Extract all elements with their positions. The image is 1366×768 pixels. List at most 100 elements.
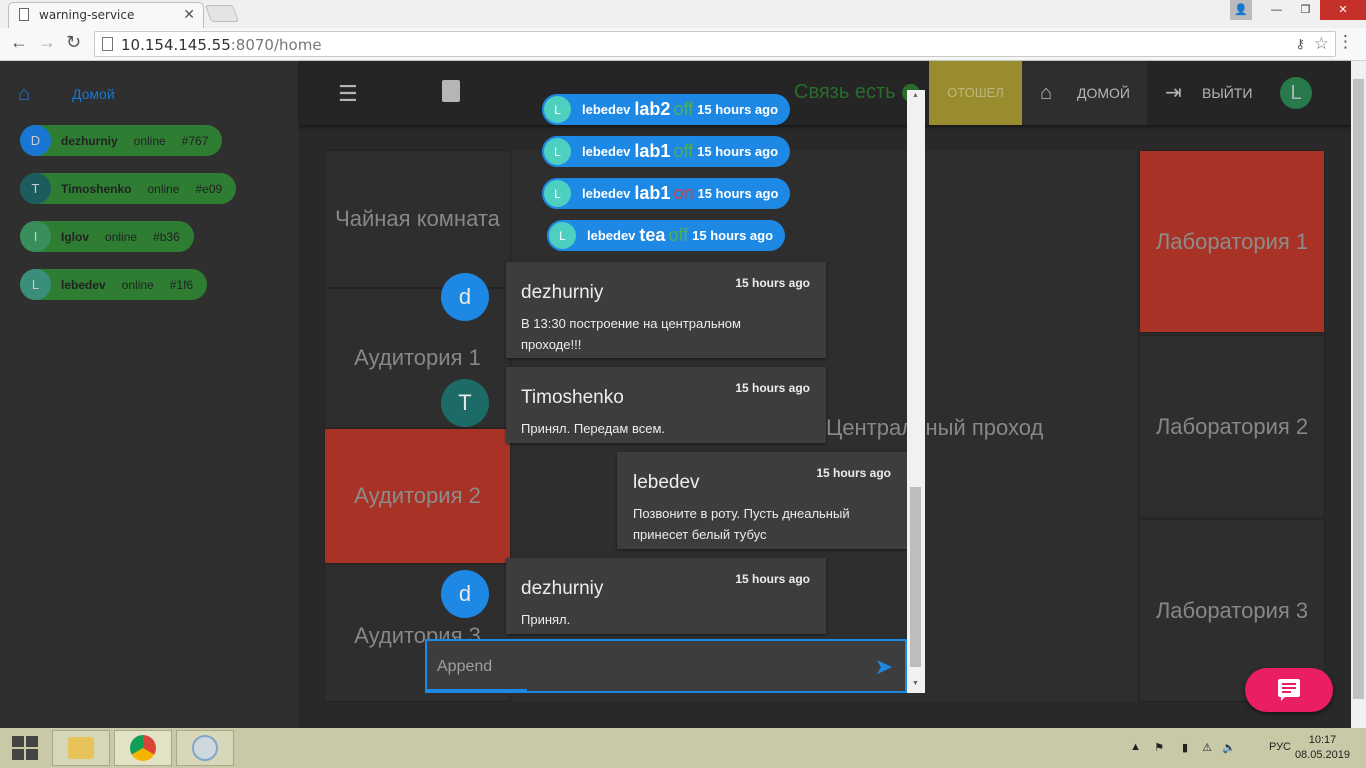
log-user: lebedev [582,144,631,159]
message-author: lebedev [633,472,700,493]
user-chip-timoshenko[interactable]: T Timoshenko online #e09 [20,173,237,204]
user-name: Iglov [61,229,90,244]
tab-close-icon[interactable]: ✕ [183,6,195,23]
log-room: lab1 [634,183,671,203]
message-time: 15 hours ago [816,466,891,480]
user-name: lebedev [61,277,106,292]
log-room: tea [639,225,666,245]
user-code: #1f6 [169,277,194,292]
maximize-button[interactable]: ❐ [1291,0,1320,20]
message-text: Принял. [521,612,571,627]
home-button[interactable]: ⌂ ДОМОЙ [1022,61,1147,125]
back-icon[interactable]: ← [10,32,28,53]
exit-icon: ⇥ [1165,82,1182,104]
page-icon [19,8,29,21]
forward-icon[interactable]: → [38,32,56,53]
log-time: 15 hours ago [697,144,779,159]
page-info-icon[interactable] [102,37,113,51]
room-lab1[interactable]: Лаборатория 1 [1139,150,1325,333]
avatar[interactable]: L [1280,77,1312,109]
user-status: online [121,277,154,292]
url-path: :8070/home [230,36,322,54]
scroll-down-icon[interactable]: ▼ [912,680,919,687]
home-button-label: ДОМОЙ [1077,85,1130,101]
message-avatar: d [441,570,489,618]
log-avatar: L [542,94,573,125]
tab-title: warning-service [39,8,135,22]
log-user: lebedev [582,186,631,201]
bookmark-star-icon[interactable]: ☆ [1314,34,1329,54]
scroll-thumb[interactable] [910,487,921,667]
tray-expand-icon[interactable]: ▲ [1130,741,1141,753]
message-input[interactable] [437,655,847,679]
chrome-icon[interactable] [114,730,172,766]
log-time: 15 hours ago [697,186,779,201]
log-room: lab1 [634,141,671,161]
page-scroll-thumb[interactable] [1353,79,1364,699]
log-state: off [668,225,689,245]
user-code: #b36 [153,229,180,244]
message-text: Позвоните в роту. Пусть днеальный принес… [633,506,850,542]
url-host: 10.154.145.55 [121,36,231,54]
volume-icon[interactable]: 🔈 [1222,741,1236,754]
message-author: dezhurniy [521,282,604,303]
send-icon[interactable]: ➤ [875,654,893,680]
chat-toggle-button[interactable] [1245,668,1333,712]
scroll-up-icon[interactable]: ▲ [912,92,919,99]
minimize-button[interactable]: — [1262,0,1291,20]
user-name: dezhurniy [61,133,118,148]
message-card-own: lebedev 15 hours ago Позвоните в роту. П… [617,452,907,549]
flag-icon[interactable]: ⚑ [1154,741,1164,754]
chat-panel: L lebedev lab2 off 15 hours ago L lebede… [425,90,925,693]
room-label: Лаборатория 1 [1155,228,1309,254]
chat-icon [1278,679,1300,701]
message-author: dezhurniy [521,578,604,599]
user-code: #767 [181,133,209,148]
message-avatar: d [441,273,489,321]
sidebar-home-label: Домой [72,86,115,102]
input-focus-underline [427,689,527,691]
menu-icon[interactable]: ☰ [338,81,358,107]
log-entry: L lebedev lab1 off 15 hours ago [542,136,791,167]
log-time: 15 hours ago [697,102,779,117]
user-avatar: L [20,269,51,300]
browser-menu-icon[interactable]: ⋮ [1337,32,1354,52]
paint-icon[interactable] [176,730,234,766]
chat-scrollbar[interactable]: ▲ ▼ [907,90,925,693]
user-avatar: D [20,125,51,156]
user-chip-lebedev[interactable]: L lebedev online #1f6 [20,269,208,300]
message-card: dezhurniy 15 hours ago Принял. [506,558,826,634]
away-button[interactable]: ОТОШЕЛ [929,61,1022,125]
close-window-button[interactable]: ✕ [1320,0,1366,20]
logout-button[interactable]: ⇥ ВЫЙТИ [1147,61,1272,125]
file-explorer-icon[interactable] [52,730,110,766]
network-icon[interactable]: ⚠ [1202,741,1212,754]
message-input-box: ➤ [425,639,907,693]
clock[interactable]: 10:17 08.05.2019 [1295,733,1350,763]
page-scrollbar[interactable] [1351,61,1366,728]
log-time: 15 hours ago [692,228,774,243]
room-lab2[interactable]: Лаборатория 2 [1139,335,1325,518]
new-tab-button[interactable] [204,5,240,22]
message-card: Timoshenko 15 hours ago Принял. Передам … [506,367,826,443]
user-chip-dezhurniy[interactable]: D dezhurniy online #767 [20,125,223,156]
windows-start-icon[interactable] [12,736,38,760]
clock-time: 10:17 [1308,734,1337,746]
user-code: #e09 [195,181,223,196]
user-chip-iglov[interactable]: I Iglov online #b36 [20,221,194,252]
home-icon: ⌂ [1040,82,1053,104]
log-user: lebedev [582,102,631,117]
battery-icon[interactable]: ▮ [1182,741,1188,754]
user-avatar: T [20,173,51,204]
log-room: lab2 [634,99,671,119]
language-indicator[interactable]: РУС [1269,741,1291,753]
reload-icon[interactable]: ↻ [66,32,81,53]
message-time: 15 hours ago [735,572,810,586]
sidebar-home-link[interactable]: ⌂ Домой [18,83,115,106]
key-icon[interactable]: ⚷ [1295,36,1305,52]
profile-icon[interactable]: 👤 [1230,0,1252,20]
user-status: online [147,181,180,196]
address-bar[interactable]: 10.154.145.55:8070/home ⚷ ☆ [94,31,1336,57]
message-avatar: T [441,379,489,427]
browser-tab[interactable]: warning-service ✕ [8,2,204,28]
